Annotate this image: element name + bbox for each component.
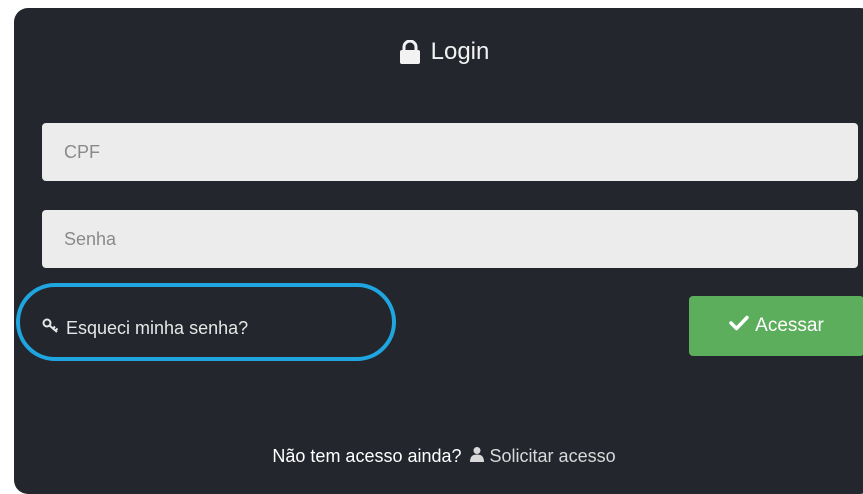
- footer: Não tem acesso ainda? Solicitar acesso: [14, 446, 863, 467]
- login-panel: Login Esqueci minha senha? Acessar Não t…: [14, 8, 863, 494]
- login-title-text: Login: [430, 38, 490, 65]
- request-access-label: Solicitar acesso: [489, 446, 616, 466]
- key-icon: [42, 318, 60, 339]
- forgot-password-label: Esqueci minha senha?: [66, 318, 249, 338]
- password-input[interactable]: [42, 210, 858, 268]
- check-icon: [729, 315, 749, 337]
- cpf-input[interactable]: [42, 123, 858, 181]
- login-title: Login: [14, 38, 863, 66]
- user-icon: [469, 446, 484, 467]
- footer-text: Não tem acesso ainda?: [272, 446, 462, 466]
- acessar-button[interactable]: Acessar: [689, 296, 863, 356]
- forgot-password-link[interactable]: Esqueci minha senha?: [42, 318, 248, 339]
- lock-icon: [399, 40, 421, 64]
- request-access-link[interactable]: Solicitar acesso: [469, 446, 616, 467]
- acessar-label: Acessar: [755, 315, 824, 336]
